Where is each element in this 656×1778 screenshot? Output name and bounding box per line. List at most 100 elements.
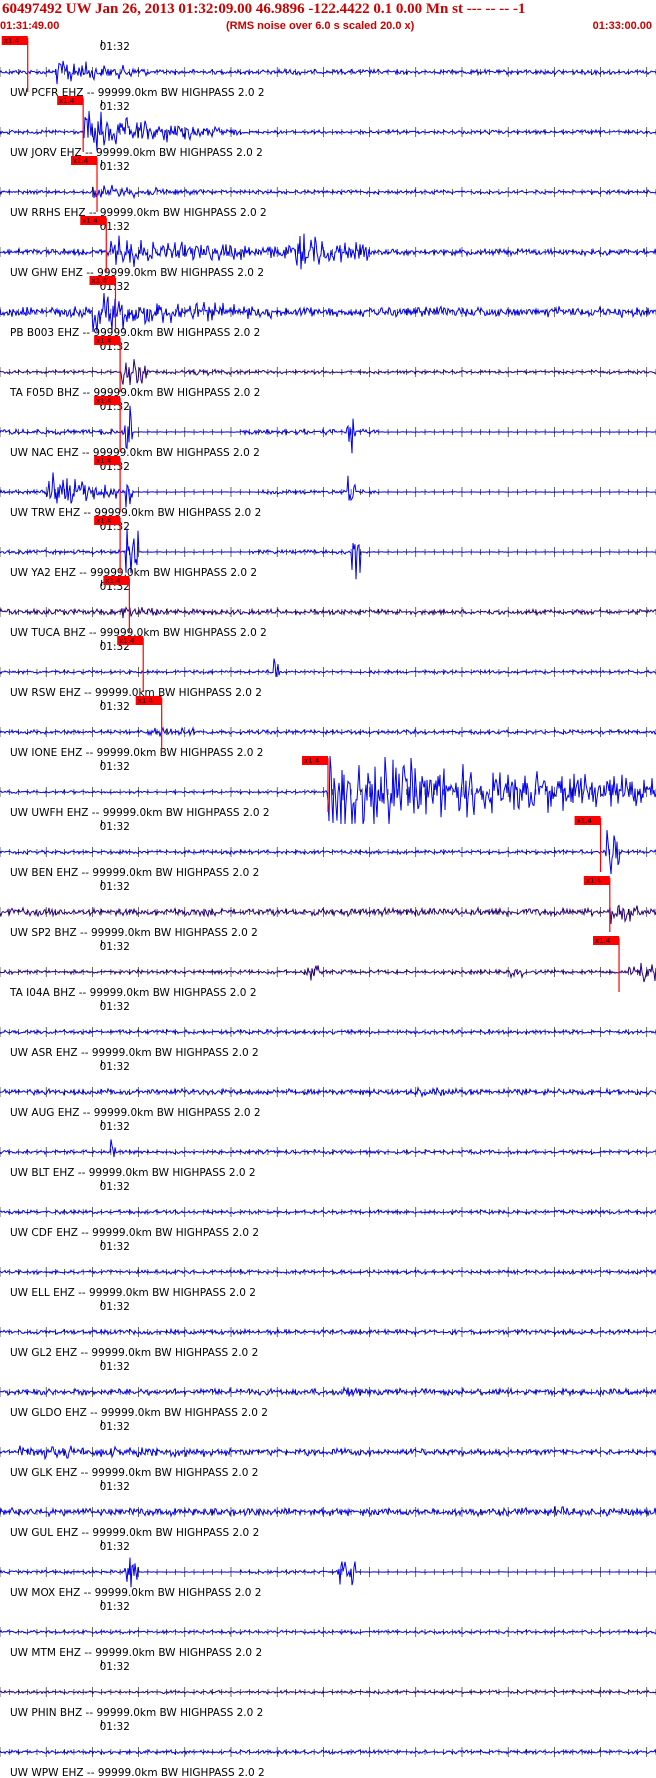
station-row: 01:32UW RSW EHZ -- 99999.0km BW HIGHPASS…	[0, 636, 656, 699]
station-row: 01:32 UW GL2 EHZ -- 99999.0km BW HIGHPASS…	[0, 1300, 656, 1359]
station-label: UW PHIN BHZ -- 99999.0km BW HIGHPASS 2.0…	[10, 1707, 263, 1719]
waveform-trace	[0, 1445, 656, 1461]
station-row: 01:32 UW UWFH EHZ -- 99999.0km BW HIGHPAS…	[0, 755, 656, 825]
minute-label: 01:32	[100, 701, 130, 713]
station-row: 01:32PB B003 EHZ -- 99999.0km BW HIGHPAS…	[0, 276, 656, 339]
station-row: 01:32UW NAC EHZ -- 99999.0km BW HIGHPASS…	[0, 396, 656, 459]
waveform-trace	[0, 1748, 656, 1756]
minute-label: 01:32	[100, 1481, 130, 1493]
minute-label: 01:32	[100, 821, 130, 833]
station-row: 01:32 UW PHIN BHZ -- 99999.0km BW HIGHPAS…	[0, 1660, 656, 1719]
minute-label: 01:32	[100, 1301, 130, 1313]
station-label: UW TRW EHZ -- 99999.0km BW HIGHPASS 2.0 …	[10, 507, 261, 519]
waveform-trace	[0, 962, 656, 983]
station-label: UW AUG EHZ -- 99999.0km BW HIGHPASS 2.0 …	[10, 1107, 261, 1119]
station-label: UW GLK EHZ -- 99999.0km BW HIGHPASS 2.0 …	[10, 1467, 258, 1479]
station-label: UW ASR EHZ -- 99999.0km BW HIGHPASS 2.0 …	[10, 1047, 259, 1059]
minute-label: 01:32	[100, 941, 130, 953]
station-label: UW UWFH EHZ -- 99999.0km BW HIGHPASS 2.0…	[10, 807, 270, 819]
station-label: UW YA2 EHZ -- 99999.0km BW HIGHPASS 2.0 …	[10, 567, 257, 579]
scale-box-label: x1.4	[96, 397, 112, 405]
station-label: UW CDF EHZ -- 99999.0km BW HIGHPASS 2.0 …	[10, 1227, 259, 1239]
station-row: 01:32 UW JORV EHZ -- 99999.0km BW HIGHPAS…	[0, 96, 656, 159]
scale-box-label: x1.4	[59, 97, 75, 105]
scale-box-label: x1.4	[304, 757, 320, 765]
scale-box-label: x1.4	[577, 817, 593, 825]
station-row: 01:32 UW RRHS EHZ -- 99999.0km BW HIGHPAS…	[0, 156, 656, 219]
station-row: 01:32 UW IONE EHZ -- 99999.0km BW HIGHPAS…	[0, 696, 656, 759]
station-label: UW BLT EHZ -- 99999.0km BW HIGHPASS 2.0 …	[10, 1167, 256, 1179]
station-label: UW MOX EHZ -- 99999.0km BW HIGHPASS 2.0 …	[10, 1587, 261, 1599]
scale-box-label: x1.4	[96, 517, 112, 525]
scale-box-label: x1.4	[4, 37, 20, 45]
station-row: 01:32 UW CDF EHZ -- 99999.0km BW HIGHPASS…	[0, 1180, 656, 1239]
station-row: 01:32 UW MTM EHZ -- 99999.0km BW HIGHPASS…	[0, 1600, 656, 1659]
event-title: 60497492 UW Jan 26, 2013 01:32:09.00 46.…	[2, 1, 526, 17]
station-row: 01:32 UW BEN EHZ -- 99999.0km BW HIGHPASS…	[0, 816, 656, 879]
scale-box-label: x1.4	[586, 877, 602, 885]
waveform-trace	[0, 1327, 656, 1337]
station-label: UW BEN EHZ -- 99999.0km BW HIGHPASS 2.0 …	[10, 867, 259, 879]
scale-box-label: x1.4	[91, 277, 107, 285]
waveform-trace	[0, 1557, 656, 1588]
waveform-trace	[0, 111, 656, 151]
scale-box-label: x1.4	[96, 457, 112, 465]
station-row: 01:32UW TUCA BHZ -- 99999.0km BW HIGHPAS…	[0, 576, 656, 639]
seismogram-plot: 01:32 UW PCFR EHZ -- 99999.0km BW HIGHPAS…	[0, 36, 656, 1778]
minute-label: 01:32	[100, 1541, 130, 1553]
station-row: 01:32 TA I04A BHZ -- 99999.0km BW HIGHPAS…	[0, 936, 656, 999]
minute-label: 01:32	[100, 881, 130, 893]
scale-box-label: x1.4	[119, 637, 135, 645]
station-row: 01:32 UW GLK EHZ -- 99999.0km BW HIGHPASS…	[0, 1420, 656, 1479]
station-label: UW WPW EHZ -- 99999.0km BW HIGHPASS 2.0 …	[10, 1767, 265, 1778]
station-label: UW GHW EHZ -- 99999.0km BW HIGHPASS 2.0 …	[10, 267, 264, 279]
window-end-time: 01:33:00.00	[592, 20, 652, 32]
station-label: UW JORV EHZ -- 99999.0km BW HIGHPASS 2.0…	[10, 147, 263, 159]
scale-box-label: x1.4	[138, 697, 154, 705]
station-row: 01:32TA F05D BHZ -- 99999.0km BW HIGHPAS…	[0, 336, 656, 399]
station-row: 01:32 UW GLDO EHZ -- 99999.0km BW HIGHPAS…	[0, 1360, 656, 1419]
scale-box-label: x1.4	[105, 577, 121, 585]
station-label: UW GUL EHZ -- 99999.0km BW HIGHPASS 2.0 …	[10, 1527, 259, 1539]
station-row: 01:32 UW AUG EHZ -- 99999.0km BW HIGHPASS…	[0, 1060, 656, 1119]
waveform-trace	[0, 658, 656, 678]
plot-header: 60497492 UW Jan 26, 2013 01:32:09.00 46.…	[0, 0, 656, 36]
waveform-trace	[0, 472, 656, 508]
station-label: UW ELL EHZ -- 99999.0km BW HIGHPASS 2.0 …	[10, 1287, 256, 1299]
waveform-trace	[0, 726, 656, 738]
waveform-trace	[0, 1505, 656, 1518]
waveform-trace	[0, 1689, 656, 1695]
station-label: TA F05D BHZ -- 99999.0km BW HIGHPASS 2.0…	[9, 387, 260, 399]
station-row: 01:32 UW WPW EHZ -- 99999.0km BW HIGHPASS…	[0, 1720, 656, 1778]
minute-label: 01:32	[100, 1361, 130, 1373]
scale-box-label: x1.4	[82, 217, 98, 225]
station-row: 01:32 UW PCFR EHZ -- 99999.0km BW HIGHPAS…	[0, 36, 656, 99]
minute-label: 01:32	[100, 1121, 130, 1133]
waveform-trace	[0, 606, 656, 619]
scale-box-label: x1.4	[595, 937, 611, 945]
waveform-trace	[0, 1085, 656, 1098]
waveform-trace	[0, 904, 656, 924]
station-label: UW GL2 EHZ -- 99999.0km BW HIGHPASS 2.0 …	[10, 1347, 258, 1359]
rms-scale-note: (RMS noise over 6.0 s scaled 20.0 x)	[226, 20, 415, 32]
minute-label: 01:32	[100, 1061, 130, 1073]
waveform-trace	[0, 233, 656, 270]
waveform-trace	[0, 1629, 656, 1635]
minute-label: 01:32	[100, 1661, 130, 1673]
station-row: 01:32UW YA2 EHZ -- 99999.0km BW HIGHPASS…	[0, 516, 656, 580]
station-row: 01:32UW TRW EHZ -- 99999.0km BW HIGHPASS…	[0, 456, 656, 519]
minute-label: 01:32	[100, 1421, 130, 1433]
minute-label: 01:32	[100, 101, 130, 113]
waveform-trace	[0, 184, 656, 200]
station-row: 01:32 UW MOX EHZ -- 99999.0km BW HIGHPASS…	[0, 1540, 656, 1599]
waveform-trace	[0, 1139, 656, 1158]
minute-label: 01:32	[100, 1241, 130, 1253]
waveform-trace	[0, 1028, 656, 1036]
station-label: TA I04A BHZ -- 99999.0km BW HIGHPASS 2.0…	[9, 987, 257, 999]
station-label: PB B003 EHZ -- 99999.0km BW HIGHPASS 2.0…	[10, 327, 260, 339]
minute-label: 01:32	[100, 1721, 130, 1733]
station-row: 01:32UW GHW EHZ -- 99999.0km BW HIGHPASS…	[0, 216, 656, 279]
station-label: UW GLDO EHZ -- 99999.0km BW HIGHPASS 2.0…	[10, 1407, 268, 1419]
station-row: 01:32 UW GUL EHZ -- 99999.0km BW HIGHPASS…	[0, 1480, 656, 1539]
minute-label: 01:32	[100, 1001, 130, 1013]
